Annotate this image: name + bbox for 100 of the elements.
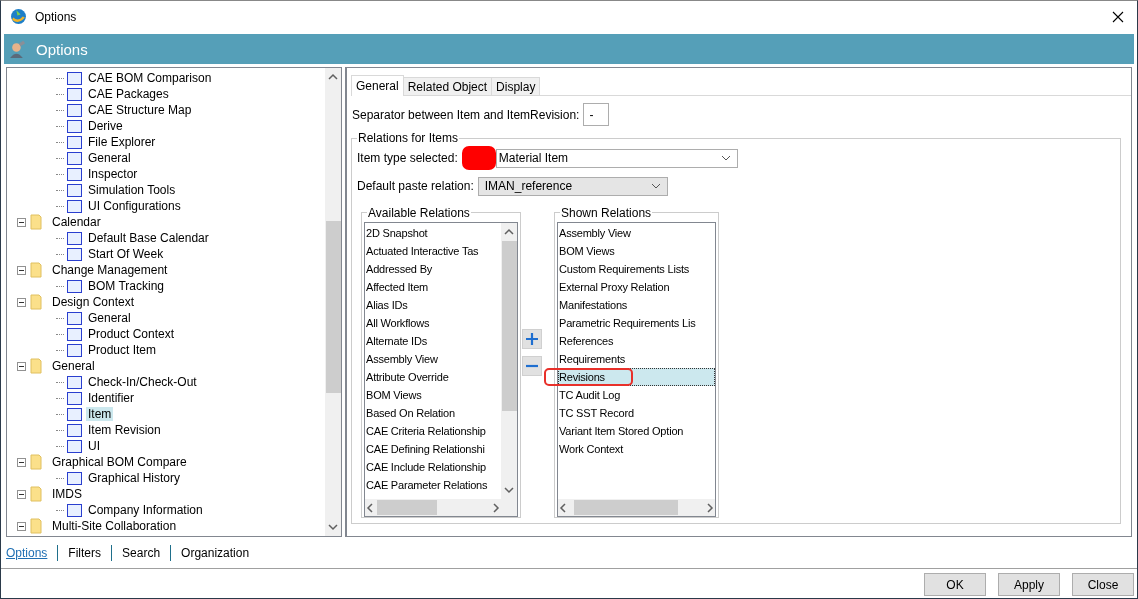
collapse-icon[interactable]: [17, 297, 26, 307]
tree-item[interactable]: Identifier: [86, 391, 137, 405]
scroll-down-icon[interactable]: [328, 522, 338, 532]
tree-item[interactable]: Graphical History: [86, 471, 183, 485]
list-item[interactable]: References: [558, 332, 715, 350]
list-item[interactable]: Based On Relation: [365, 404, 501, 422]
tree-item[interactable]: Inspector: [86, 167, 140, 181]
nav-link[interactable]: Organization: [181, 546, 260, 560]
tree-item[interactable]: Default Base Calendar: [86, 231, 211, 245]
tree-item[interactable]: Product Context: [86, 327, 177, 341]
scroll-left-icon[interactable]: [365, 502, 375, 513]
list-item[interactable]: Manifestations: [558, 296, 715, 314]
page-icon: [67, 327, 82, 341]
tree-item[interactable]: UI: [86, 439, 102, 453]
scroll-right-icon[interactable]: [491, 502, 501, 513]
list-item[interactable]: Parametric Requirements Lis: [558, 314, 715, 332]
tree-item[interactable]: Check-In/Check-Out: [86, 375, 199, 389]
scrollbar[interactable]: [325, 68, 341, 536]
list-item[interactable]: Affected Item: [365, 278, 501, 296]
list-item[interactable]: Custom Requirements Lists: [558, 260, 715, 278]
list-item[interactable]: All Workflows: [365, 314, 501, 332]
tree-item[interactable]: Design Context: [50, 295, 137, 309]
scroll-up-icon[interactable]: [328, 72, 338, 82]
tree-item[interactable]: CAE Packages: [86, 87, 171, 101]
list-item[interactable]: 2D Snapshot: [365, 224, 501, 242]
collapse-icon[interactable]: [17, 457, 26, 467]
tree-item[interactable]: Multi-Site Collaboration: [50, 519, 179, 533]
page-icon: [67, 167, 82, 181]
scroll-down-icon[interactable]: [504, 485, 514, 495]
list-item[interactable]: Alias IDs: [365, 296, 501, 314]
tree-item[interactable]: IMDS: [50, 487, 84, 501]
close-icon[interactable]: [1112, 10, 1124, 23]
collapse-icon[interactable]: [17, 217, 26, 227]
list-item[interactable]: Actuated Interactive Tas: [365, 242, 501, 260]
scroll-right-icon[interactable]: [705, 502, 715, 513]
list-item[interactable]: Assembly View: [365, 350, 501, 368]
dialog-button[interactable]: Close: [1072, 573, 1134, 596]
scroll-up-icon[interactable]: [504, 227, 514, 237]
tree-item[interactable]: UI Configurations: [86, 199, 183, 213]
input-field[interactable]: -: [583, 103, 610, 126]
dropdown[interactable]: Material Item: [495, 148, 738, 168]
collapse-icon[interactable]: [17, 489, 26, 499]
remove-button[interactable]: [522, 356, 542, 376]
list-item[interactable]: CAE Include Relationship: [365, 458, 501, 476]
collapse-icon[interactable]: [17, 265, 26, 275]
tree-item[interactable]: BOM Tracking: [86, 279, 167, 293]
list-item[interactable]: Work Context: [558, 440, 715, 458]
tree-item[interactable]: Simulation Tools: [86, 183, 178, 197]
collapse-icon[interactable]: [17, 521, 26, 531]
list-item[interactable]: CAE Defining Relationshi: [365, 440, 501, 458]
tree-item[interactable]: Start Of Week: [86, 247, 166, 261]
scrollbar[interactable]: [365, 499, 517, 516]
tree-item[interactable]: Company Information: [86, 503, 205, 517]
tree-item[interactable]: CAE BOM Comparison: [86, 71, 214, 85]
nav-link[interactable]: Search: [122, 546, 171, 560]
list-item[interactable]: Variant Item Stored Option: [558, 422, 715, 440]
tree-item[interactable]: Graphical BOM Compare: [50, 455, 189, 469]
collapse-icon[interactable]: [17, 361, 26, 371]
field-label: Separator between Item and ItemRevision:: [352, 107, 580, 122]
list-item[interactable]: CAE Parameter Relations: [365, 476, 501, 494]
tree-item[interactable]: File Explorer: [86, 135, 158, 149]
scrollbar[interactable]: [501, 223, 517, 499]
tree-item[interactable]: Calendar: [50, 215, 103, 229]
tree-item[interactable]: Product Item: [86, 343, 159, 357]
scroll-left-icon[interactable]: [558, 502, 568, 513]
scrollbar[interactable]: [558, 499, 715, 516]
tree-item[interactable]: Item Revision: [86, 423, 163, 437]
list-item[interactable]: BOM Views: [365, 386, 501, 404]
page-icon: [67, 343, 82, 357]
tree-item[interactable]: Derive: [86, 119, 125, 133]
list-item[interactable]: Requirements: [558, 350, 715, 368]
panel-title: Options: [36, 40, 88, 58]
list-item[interactable]: Assembly View: [558, 224, 715, 242]
list-item[interactable]: External Proxy Relation: [558, 278, 715, 296]
list-item[interactable]: Addressed By: [365, 260, 501, 278]
tree-item[interactable]: General: [86, 151, 133, 165]
dialog-button[interactable]: OK: [924, 573, 986, 596]
list-item[interactable]: BOM Views: [558, 242, 715, 260]
list-item[interactable]: Attribute Override: [365, 368, 501, 386]
tree-item[interactable]: General: [86, 311, 133, 325]
user-wrench-icon: [9, 40, 26, 58]
tab[interactable]: General: [351, 75, 404, 96]
list-item[interactable]: TC SST Record: [558, 404, 715, 422]
tab[interactable]: Related Object: [402, 77, 493, 95]
field-label: Default paste relation:: [357, 179, 474, 193]
tree-item[interactable]: Item: [86, 407, 114, 421]
add-button[interactable]: [522, 329, 542, 349]
dialog-button[interactable]: Apply: [998, 573, 1060, 596]
tab[interactable]: Display: [491, 77, 541, 95]
tree-item[interactable]: General: [50, 359, 97, 373]
dropdown[interactable]: IMAN_reference: [477, 176, 668, 196]
list-item[interactable]: Alternate IDs: [365, 332, 501, 350]
nav-link[interactable]: Filters: [68, 546, 112, 560]
page-icon: [67, 247, 82, 261]
group-title: Relations for Items: [357, 131, 460, 145]
tree-item[interactable]: CAE Structure Map: [86, 103, 194, 117]
tree-item[interactable]: Change Management: [50, 263, 170, 277]
list-item[interactable]: CAE Criteria Relationship: [365, 422, 501, 440]
nav-link[interactable]: Options: [6, 546, 58, 560]
list-item[interactable]: TC Audit Log: [558, 386, 715, 404]
